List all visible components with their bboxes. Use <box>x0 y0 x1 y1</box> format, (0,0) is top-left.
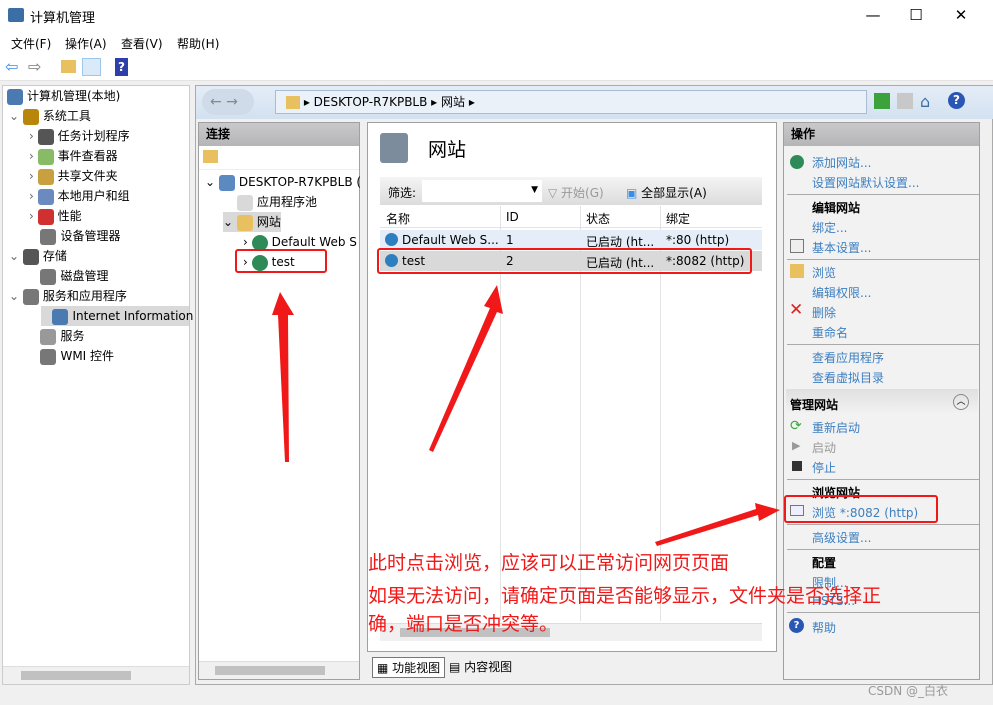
annotation-line-1: 此时点击浏览，应该可以正常访问网页页面 <box>368 552 730 574</box>
annotation-line-2: 如果无法访问，请确定页面是否能够显示，文件夹是否选择正 <box>368 585 882 607</box>
arrow-to-test-node <box>272 292 294 462</box>
arrow-to-test-row <box>429 285 503 452</box>
annotation-line-3: 确，端口是否冲突等。 <box>368 613 559 635</box>
watermark: CSDN @_白衣 <box>868 684 949 698</box>
arrow-to-browse <box>655 503 780 546</box>
